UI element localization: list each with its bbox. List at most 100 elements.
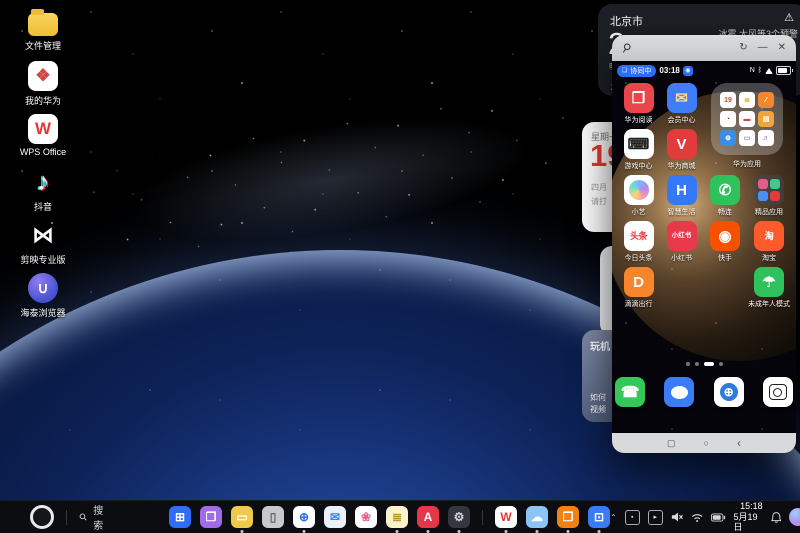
xiaohongshu[interactable]: 小红书 小红书 [660,221,703,267]
start-button[interactable] [30,505,54,529]
page-dot [719,362,723,366]
back-button[interactable]: ‹ [737,437,741,449]
toutiao[interactable]: 头条 今日头条 [617,221,660,267]
smart-life[interactable]: H 智慧生活 [660,175,703,221]
app-icon: ❀ [355,506,377,528]
app-glyph [629,180,649,200]
taobao[interactable]: 淘 淘宝 [748,221,791,267]
minimize-button[interactable]: — [758,43,768,53]
phone-app[interactable]: ☎ [612,377,648,407]
app-label: WPS Office [20,147,66,157]
pin-icon[interactable]: ⚲ [619,40,634,57]
close-button[interactable]: ✕ [778,43,786,53]
wps[interactable]: W [495,506,517,528]
app-icon: ☁ [526,506,548,528]
app-glyph: ❒ [632,91,645,106]
app-icon: ✆ [710,175,740,205]
phone-window-titlebar[interactable]: ⚲ ↻ — ✕ [612,35,796,61]
input-method-icon[interactable]: ▪ [625,510,640,525]
pc-collaboration[interactable]: ⊡ [588,506,610,528]
weather[interactable]: ☁ [526,506,548,528]
system-tray: ⌃ ▪ ▸ 15:18 5月19日 [610,501,800,533]
app-icon: ⋈ [28,220,58,250]
app-label: 游戏中心 [625,161,653,171]
projection-icon[interactable]: ▸ [648,510,663,525]
desktop-manager[interactable]: ❐ [200,506,222,528]
app-glyph: D [633,275,644,290]
recycle-bin[interactable]: ▯ [262,506,284,528]
phone-status-bar: ❏ 协同中 03:18 ◉ N ᛒ [617,64,791,77]
celia-assistant-avatar[interactable] [789,508,800,526]
app-label: 畅连 [718,207,732,217]
app-icon: 小红书 [667,221,697,251]
celia-xiaoyi[interactable]: 小艺 [617,175,660,221]
volume-muted-icon[interactable] [671,511,683,523]
browser[interactable]: ⊕ [293,506,315,528]
messages-app[interactable] [661,377,697,407]
app-label: 未成年人模式 [748,299,790,309]
member-center[interactable]: ✉ 会员中心 [660,83,703,129]
app-icon: ⊡ [588,506,610,528]
app-label: 会员中心 [668,115,696,125]
notification-bell-icon[interactable] [771,511,782,524]
douyin[interactable]: ♪ 抖音 [8,167,78,220]
settings[interactable]: ⚙ [448,506,470,528]
rotate-icon[interactable]: ↻ [739,43,747,53]
battery-icon[interactable] [711,513,725,522]
app-label: 文件管理 [25,39,61,52]
jianying-pro[interactable]: ⋈ 剪映专业版 [8,220,78,273]
page-dot [695,362,699,366]
collaboration-badge[interactable]: ❏ 协同中 [617,65,656,77]
gallery[interactable]: ❀ [355,506,377,528]
weather-warning-icon: ⚠ [784,11,794,24]
app-label: 快手 [718,253,732,263]
wps-office[interactable]: W WPS Office [8,114,78,167]
kuaishou[interactable]: ◉ 快手 [704,221,747,267]
app-icon: D [624,267,654,297]
app-launcher[interactable]: ⊞ [169,506,191,528]
app-icon [664,377,694,407]
my-huawei[interactable]: ❖ 我的华为 [8,61,78,114]
game-center[interactable]: ⌨ 游戏中心 [617,129,660,175]
tray-clock[interactable]: 15:18 5月19日 [734,501,763,533]
app-label: 我的华为 [25,94,61,107]
email[interactable]: ✉ [324,506,346,528]
wifi-icon[interactable] [691,512,703,523]
page-indicator [612,362,796,366]
huawei-store[interactable]: V 华为商城 [660,129,703,175]
home-button[interactable]: ○ [704,439,709,448]
appgallery[interactable]: A [417,506,439,528]
files[interactable]: ▭ [231,506,253,528]
recents-button[interactable]: ▢ [667,439,676,448]
notepad[interactable]: ≣ [386,506,408,528]
haitai-browser[interactable]: ∪ 海泰浏览器 [8,273,78,326]
app-icon: ❐ [557,506,579,528]
folder-mini-icon [758,191,768,201]
taskbar-apps-pinned: W ☁ ❐ ⊡ [495,506,610,528]
meetime[interactable]: ✆ 畅连 [704,175,747,221]
wifi-icon [765,68,773,74]
app-label: 小艺 [632,207,646,217]
app-icon: 淘 [754,221,784,251]
huawei-apps-folder[interactable]: 19≣⁄◔▬▤⊕▭♬ 华为应用 [703,83,791,175]
minor-mode[interactable]: ☂ 未成年人模式 [748,267,791,313]
folder-mini-icon [770,179,780,189]
camera-app[interactable] [760,377,796,407]
app-glyph: ⌨ [628,137,650,152]
tray-expand-icon[interactable]: ⌃ [610,513,617,522]
app-glyph: 淘 [765,232,774,241]
folder-mini-icon: ▭ [739,130,755,146]
app-icon: H [667,175,697,205]
multi-task[interactable]: ❐ [557,506,579,528]
app-icon: ⚙ [448,506,470,528]
browser-app[interactable]: ⊕ [711,377,747,407]
taskbar-search[interactable]: 搜索 [79,502,107,532]
search-label: 搜索 [93,502,107,532]
nfc-icon: N [750,67,755,74]
file-manager[interactable]: 文件管理 [8,8,78,61]
didi[interactable]: D 滴滴出行 [617,267,660,313]
boutique-apps-folder[interactable]: 精品应用 [748,175,791,221]
folder-preview [758,179,780,201]
huawei-reading[interactable]: ❒ 华为阅读 [617,83,660,129]
app-label: 海泰浏览器 [20,306,65,319]
